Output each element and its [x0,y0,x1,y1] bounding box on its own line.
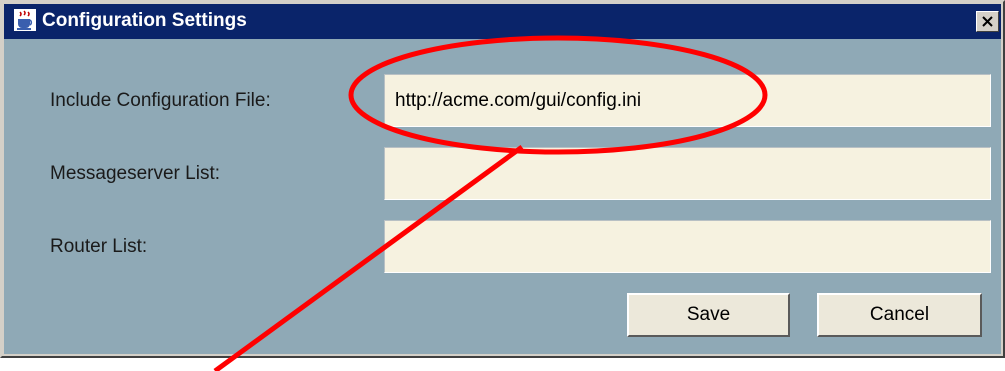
title-bar[interactable]: Configuration Settings [4,4,1001,39]
router-list-field[interactable] [384,220,991,273]
close-icon [982,16,993,27]
include-config-label: Include Configuration File: [50,90,271,111]
settings-panel: Include Configuration File: Messageserve… [4,39,1001,354]
cancel-button[interactable]: Cancel [817,293,982,337]
configuration-settings-window: Configuration Settings Include Configura… [0,0,1005,358]
messageserver-list-field[interactable] [384,147,991,200]
java-coffee-cup-icon [14,9,36,31]
router-list-label: Router List: [50,236,148,257]
save-button[interactable]: Save [627,293,790,337]
close-button[interactable] [976,11,999,32]
include-config-field[interactable] [384,74,991,127]
window-title: Configuration Settings [42,10,247,31]
messageserver-list-label: Messageserver List: [50,163,221,184]
